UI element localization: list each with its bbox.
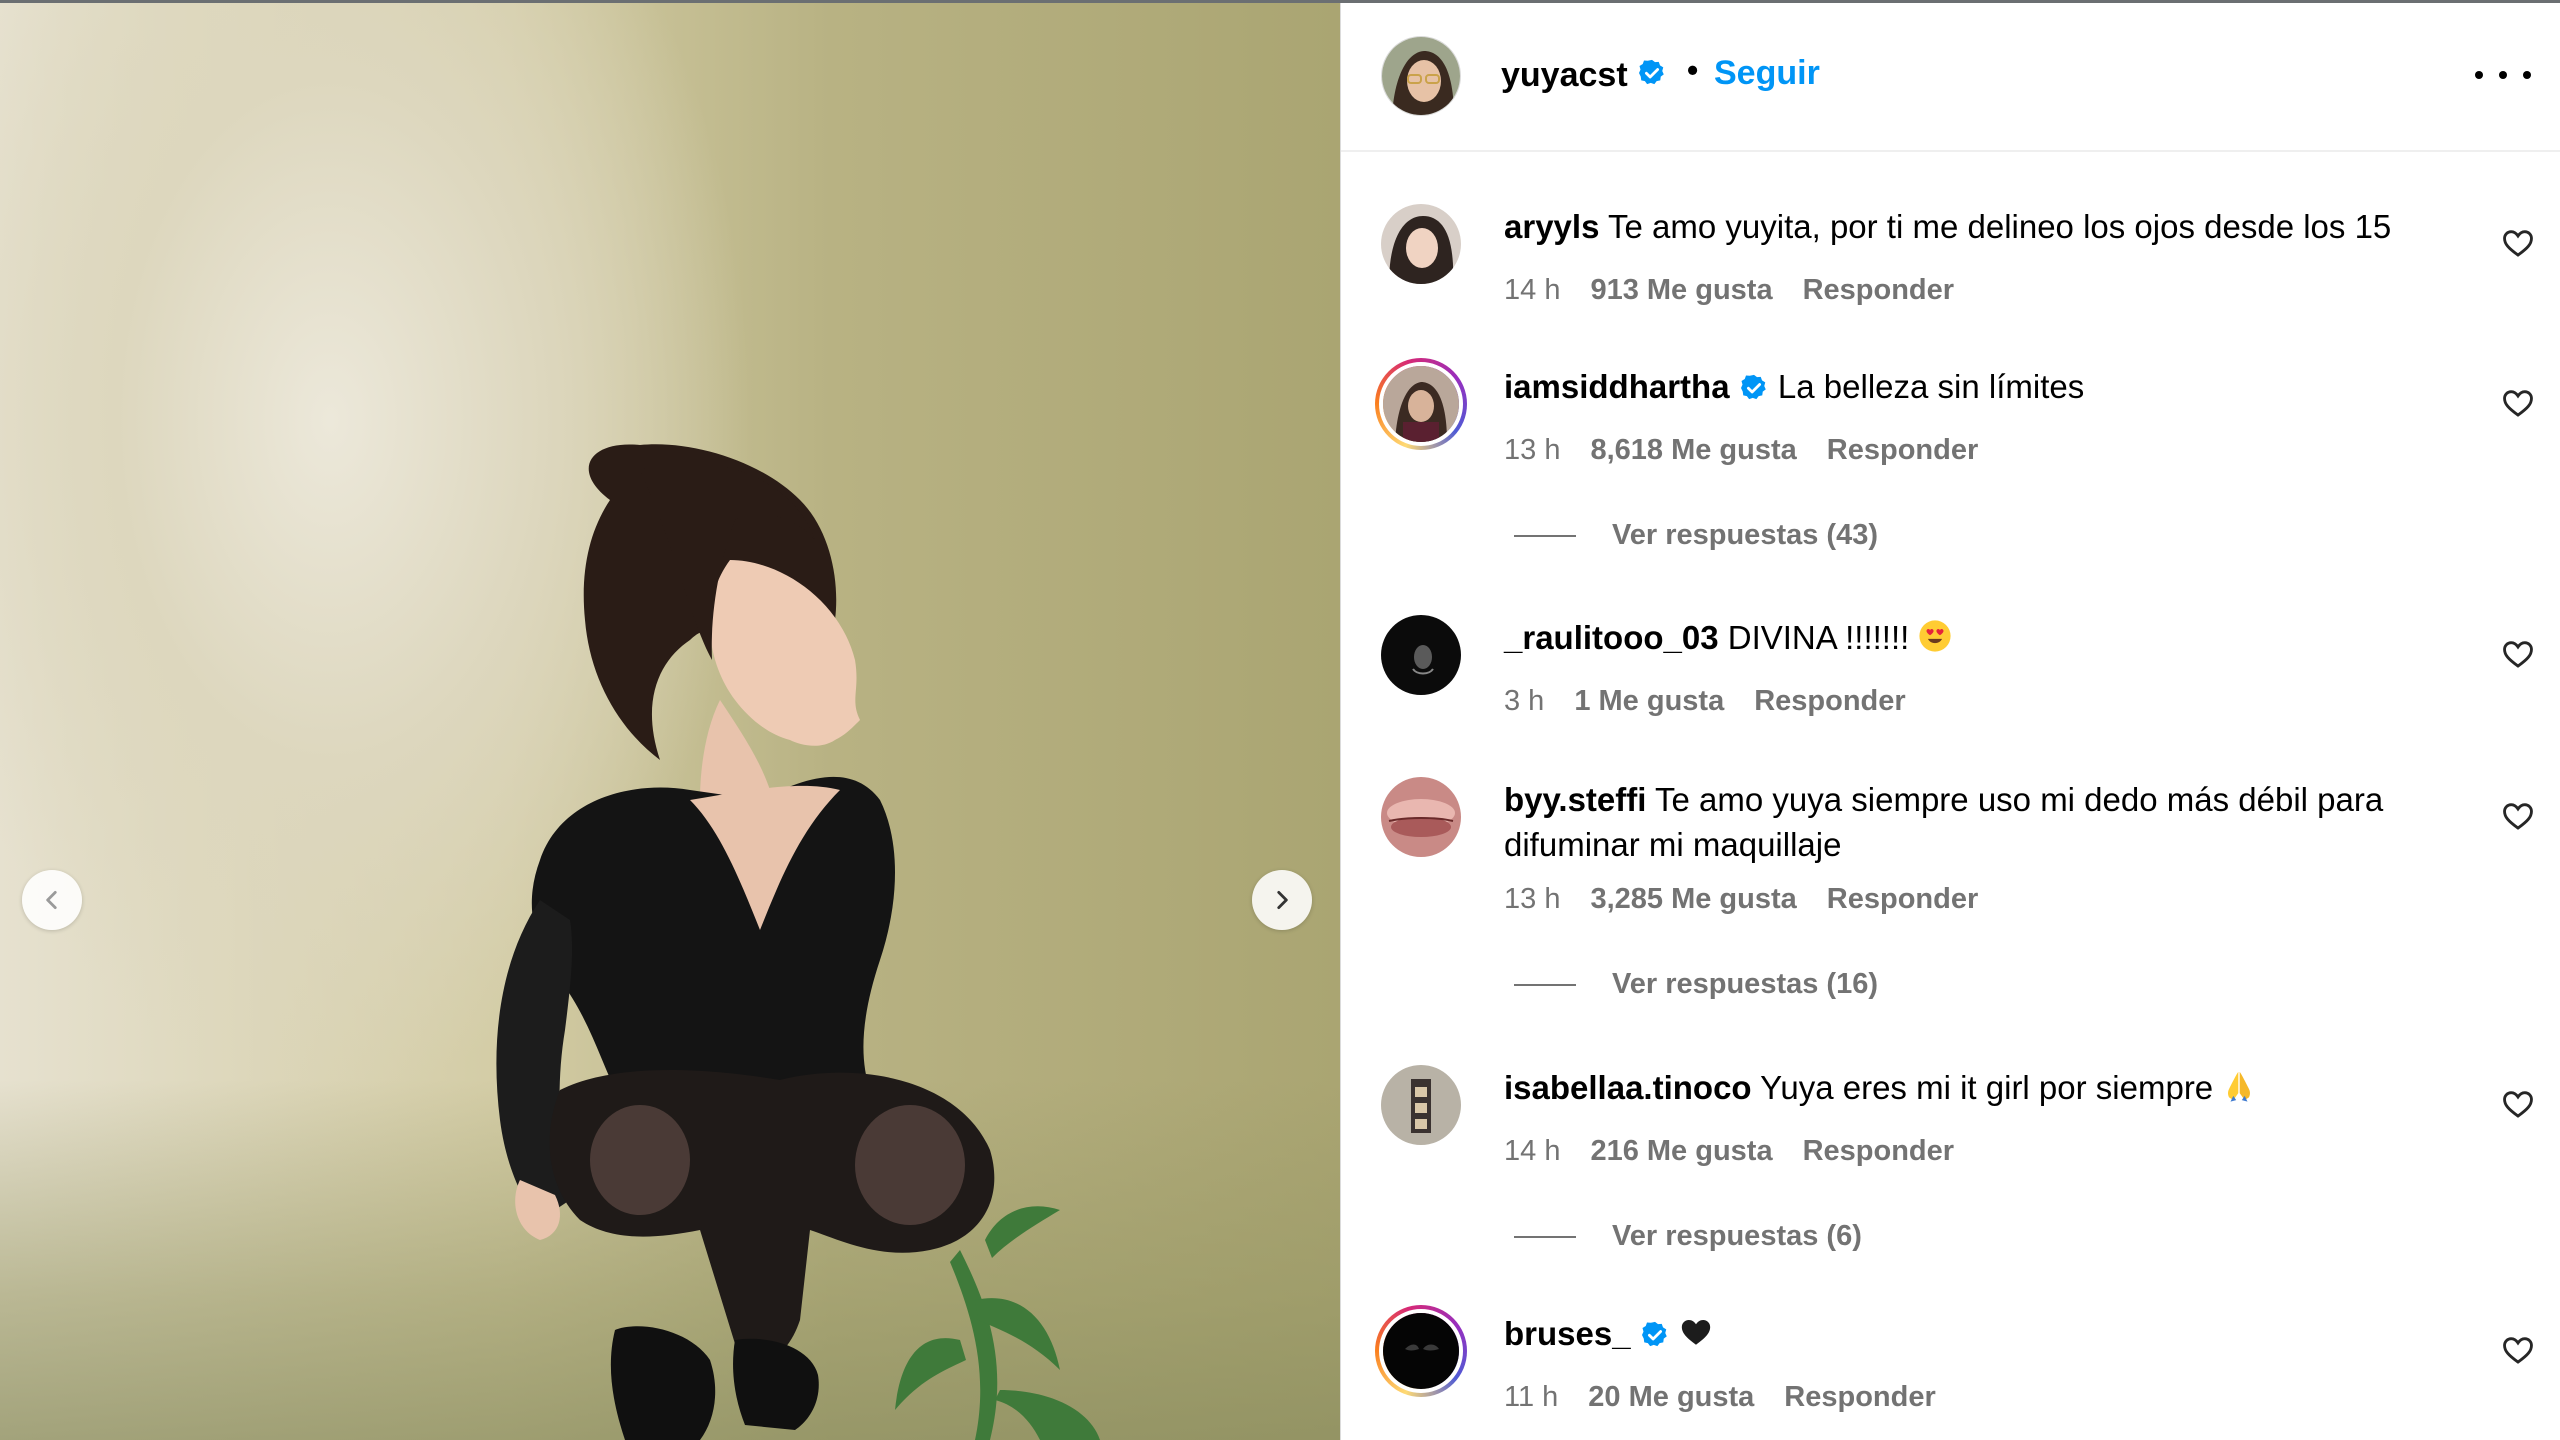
like-heart-icon[interactable] [2501, 226, 2535, 260]
header-separator: • [1687, 52, 1699, 88]
photo-illustration [496, 444, 1100, 1440]
reply-button[interactable]: Responder [1827, 883, 1978, 916]
follow-button[interactable]: Seguir [1714, 54, 1820, 93]
commenter-avatar[interactable] [1381, 1065, 1461, 1145]
view-replies-label: Ver respuestas (6) [1612, 1220, 1862, 1252]
comment-username[interactable]: bruses_ [1504, 1315, 1631, 1352]
comment-likes[interactable]: 1 Me gusta [1574, 685, 1724, 718]
view-replies-label: Ver respuestas (16) [1612, 968, 1878, 1000]
comment-time: 14 h [1504, 1135, 1561, 1167]
view-replies-button[interactable]: Ver respuestas (43) [1514, 519, 1878, 552]
comment-likes[interactable]: 20 Me gusta [1588, 1381, 1754, 1414]
reply-button[interactable]: Responder [1754, 685, 1905, 718]
comment-username[interactable]: isabellaa.tinoco [1504, 1069, 1752, 1106]
chevron-right-icon [1277, 891, 1288, 909]
comment-time: 11 h [1504, 1381, 1559, 1413]
comment-text: Yuya eres mi it girl por siempre [1760, 1069, 2214, 1106]
comment-time: 3 h [1504, 685, 1545, 717]
reply-button[interactable]: Responder [1784, 1381, 1935, 1414]
comment-username[interactable]: _raulitooo_03 [1504, 619, 1719, 656]
comment-likes[interactable]: 3,285 Me gusta [1590, 883, 1796, 916]
comment-time: 13 h [1504, 434, 1561, 466]
next-photo-button[interactable] [1252, 870, 1312, 930]
woman-figure [496, 444, 995, 1440]
window-top-border [0, 0, 2560, 3]
chevron-left-icon [46, 891, 57, 909]
reply-button[interactable]: Responder [1827, 434, 1978, 467]
commenter-avatar[interactable] [1381, 777, 1461, 857]
post-header: yuyacst • Seguir [1341, 0, 2560, 152]
comment-time: 14 h [1504, 274, 1561, 306]
like-heart-icon[interactable] [2501, 799, 2535, 833]
folded-hands-emoji-icon [2228, 1071, 2251, 1102]
post-photo[interactable] [0, 0, 1340, 1440]
comment-likes[interactable]: 913 Me gusta [1590, 274, 1772, 307]
author-avatar[interactable] [1381, 36, 1461, 116]
comment-time: 13 h [1504, 883, 1561, 915]
more-options-icon[interactable] [2475, 60, 2531, 90]
like-heart-icon[interactable] [2501, 1333, 2535, 1367]
comment-text: Te amo yuyita, por ti me delineo los ojo… [1608, 208, 2392, 245]
comment-likes[interactable]: 8,618 Me gusta [1590, 434, 1796, 467]
comments-panel: yuyacst • Seguir aryyls Te amo yuyita, p… [1340, 0, 2560, 1440]
verified-badge-icon [1641, 1321, 1667, 1347]
black-heart-emoji-icon [1681, 1319, 1711, 1345]
commenter-avatar[interactable] [1381, 615, 1461, 695]
commenter-avatar[interactable] [1375, 358, 1467, 450]
view-replies-button[interactable]: Ver respuestas (6) [1514, 1220, 1862, 1253]
like-heart-icon[interactable] [2501, 386, 2535, 420]
like-heart-icon[interactable] [2501, 1087, 2535, 1121]
author-username[interactable]: yuyacst [1501, 56, 1628, 95]
previous-photo-button[interactable] [22, 870, 82, 930]
view-replies-button[interactable]: Ver respuestas (16) [1514, 968, 1878, 1001]
view-replies-label: Ver respuestas (43) [1612, 519, 1878, 551]
heart-eyes-emoji-icon [1919, 620, 1952, 652]
comment-likes[interactable]: 216 Me gusta [1590, 1135, 1772, 1168]
comment-username[interactable]: aryyls [1504, 208, 1599, 245]
commenter-avatar[interactable] [1375, 1305, 1467, 1397]
verified-badge-icon [1740, 374, 1766, 400]
comment-text: La belleza sin límites [1777, 368, 2085, 405]
like-heart-icon[interactable] [2501, 637, 2535, 671]
reply-button[interactable]: Responder [1803, 1135, 1954, 1168]
reply-button[interactable]: Responder [1803, 274, 1954, 307]
comment-text: DIVINA !!!!!!! [1727, 619, 1910, 656]
comment-username[interactable]: byy.steffi [1504, 781, 1646, 818]
verified-badge-icon [1639, 59, 1664, 85]
commenter-avatar[interactable] [1381, 204, 1461, 284]
comment-username[interactable]: iamsiddhartha [1504, 368, 1730, 405]
